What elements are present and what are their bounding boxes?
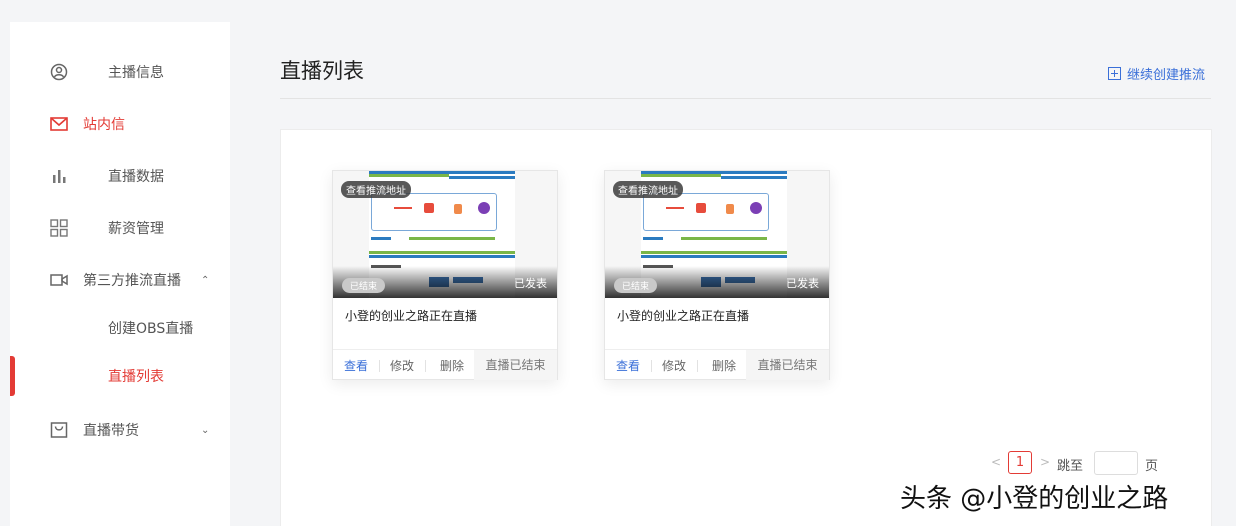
sidebar-item-live-commerce[interactable]: 直播带货 ⌄ (10, 412, 230, 448)
header-divider (280, 98, 1211, 99)
sidebar-item-label: 第三方推流直播 (83, 273, 181, 289)
live-card: 查看推流地址 已结束 已发表 小登的创业之路正在直播 查看 修改 删除 直播已结… (604, 170, 830, 380)
published-badge: 已发表 (786, 277, 819, 290)
live-status: 直播已结束 (474, 350, 557, 380)
mail-icon (50, 115, 68, 133)
video-camera-icon (50, 271, 68, 289)
slide-stripe (641, 255, 787, 258)
slide-arrow (666, 207, 684, 209)
slide-node (424, 203, 434, 213)
slide-flow-box (643, 193, 769, 231)
sidebar-item-label: 主播信息 (108, 65, 164, 81)
sidebar-item-salary[interactable]: 薪资管理 (10, 210, 230, 246)
action-divider (651, 360, 652, 372)
live-thumbnail[interactable]: 查看推流地址 已结束 已发表 (333, 171, 557, 298)
prev-page-icon[interactable]: < (991, 455, 1001, 469)
view-button[interactable]: 查看 (616, 357, 640, 374)
slide-node (478, 202, 490, 214)
published-badge: 已发表 (514, 277, 547, 290)
live-thumbnail[interactable]: 查看推流地址 已结束 已发表 (605, 171, 829, 298)
sidebar-item-live-data[interactable]: 直播数据 (10, 158, 230, 194)
sidebar-subitem-create-obs[interactable]: 创建OBS直播 (10, 310, 230, 346)
view-push-url-badge[interactable]: 查看推流地址 (613, 181, 683, 198)
ended-badge: 已结束 (342, 278, 386, 293)
slide-bar (681, 237, 767, 240)
live-title: 小登的创业之路正在直播 (617, 309, 750, 323)
sidebar-item-label: 薪资管理 (108, 221, 164, 237)
action-divider (425, 360, 426, 372)
slide-stripe (641, 174, 721, 177)
slide-bar (409, 237, 495, 240)
live-title: 小登的创业之路正在直播 (345, 309, 478, 323)
slide-stripe (369, 255, 515, 258)
jump-to-label: 跳至 (1057, 459, 1084, 474)
page-unit-label: 页 (1145, 459, 1159, 474)
grid-icon (50, 219, 68, 237)
action-divider (697, 360, 698, 372)
delete-button[interactable]: 删除 (712, 357, 736, 374)
next-page-icon[interactable]: > (1040, 455, 1050, 469)
sidebar-item-label: 直播带货 (83, 423, 139, 439)
slide-node (696, 203, 706, 213)
edit-button[interactable]: 修改 (662, 357, 686, 374)
delete-button[interactable]: 删除 (440, 357, 464, 374)
slide-node (726, 204, 734, 214)
card-actions: 查看 修改 删除 直播已结束 (333, 349, 557, 380)
view-push-url-badge[interactable]: 查看推流地址 (341, 181, 411, 198)
slide-bar (643, 237, 663, 240)
view-button[interactable]: 查看 (344, 357, 368, 374)
create-stream-label: 继续创建推流 (1127, 68, 1206, 83)
slide-flow-box (371, 193, 497, 231)
slide-arrow (394, 207, 412, 209)
watermark: 头条 @小登的创业之路 (900, 484, 1169, 514)
create-stream-link[interactable]: 继续创建推流 (1108, 64, 1205, 83)
slide-bar (371, 237, 391, 240)
slide-stripe (721, 176, 787, 179)
slide-node (750, 202, 762, 214)
sidebar-item-label: 直播列表 (108, 369, 164, 385)
live-card: 查看推流地址 已结束 已发表 小登的创业之路正在直播 查看 修改 删除 直播已结… (332, 170, 558, 380)
sidebar-item-label: 创建OBS直播 (108, 321, 194, 337)
edit-button[interactable]: 修改 (390, 357, 414, 374)
sidebar-item-messages[interactable]: 站内信 (10, 106, 230, 142)
sidebar-item-anchor-info[interactable]: 主播信息 (10, 54, 230, 90)
slide-stripe (369, 174, 449, 177)
sidebar-item-label: 站内信 (83, 117, 125, 133)
sidebar: 主播信息 站内信 直播数据 薪资管理 第三方推流直播 ⌃ 创建OBS直播 直播列… (10, 22, 230, 526)
live-status: 直播已结束 (746, 350, 829, 380)
shopping-bag-icon (50, 421, 68, 439)
jump-page-input[interactable] (1094, 451, 1138, 475)
sidebar-item-label: 直播数据 (108, 169, 164, 185)
action-divider (379, 360, 380, 372)
slide-node (454, 204, 462, 214)
current-page-button[interactable]: 1 (1008, 451, 1032, 474)
ended-badge: 已结束 (614, 278, 658, 293)
plus-square-icon (1108, 67, 1121, 80)
page-title: 直播列表 (280, 59, 364, 83)
sidebar-subitem-live-list[interactable]: 直播列表 (10, 358, 230, 394)
chevron-up-icon: ⌃ (201, 274, 210, 286)
card-actions: 查看 修改 删除 直播已结束 (605, 349, 829, 380)
slide-stripe (449, 176, 515, 179)
chevron-down-icon: ⌄ (201, 424, 210, 436)
sidebar-item-third-party-stream[interactable]: 第三方推流直播 ⌃ (10, 262, 230, 298)
slide-stripe (369, 251, 515, 254)
bar-chart-icon (50, 167, 68, 185)
slide-stripe (641, 251, 787, 254)
user-circle-icon (50, 63, 68, 81)
